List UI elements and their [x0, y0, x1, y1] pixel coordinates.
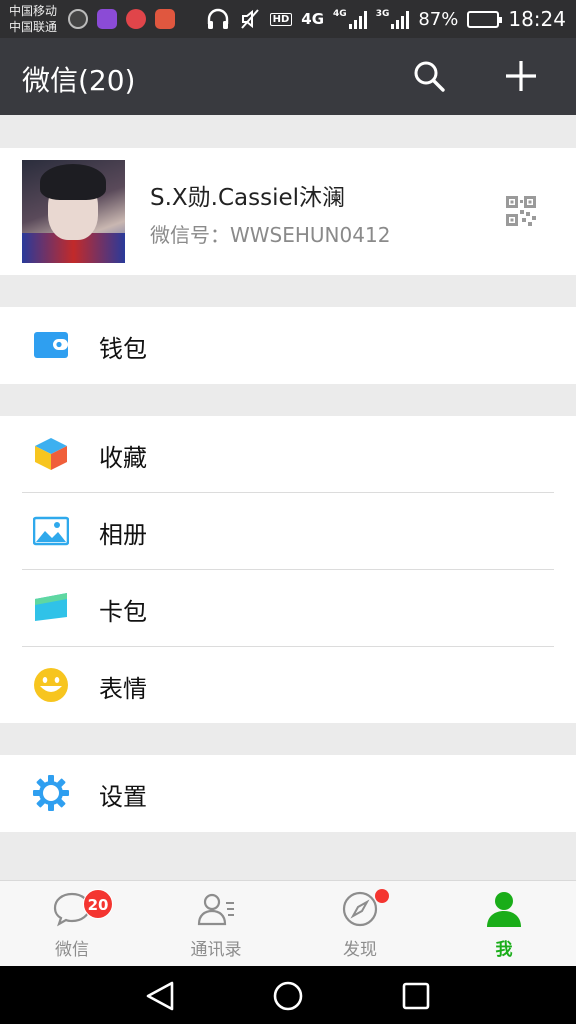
menu-item-label: 钱包	[99, 335, 147, 363]
headphones-icon	[207, 8, 228, 29]
battery-percent: 87%	[418, 8, 459, 30]
recents-icon[interactable]	[398, 978, 434, 1014]
back-icon[interactable]	[142, 978, 178, 1014]
status-bar: 中国移动 中国联通 HD 4G 4G 3G 87% 18:24	[0, 0, 576, 38]
network-4g-label: 4G	[301, 10, 325, 28]
menu-item-label: 相册	[99, 521, 147, 549]
clock: 18:24	[508, 7, 566, 31]
signal-bars-icon	[348, 9, 367, 29]
gear-icon	[33, 775, 69, 811]
carrier-1: 中国移动	[9, 4, 58, 18]
wallet-icon	[34, 332, 68, 358]
tab-label: 发现	[343, 940, 377, 960]
qr-code-icon[interactable]	[506, 196, 536, 226]
home-icon[interactable]	[270, 978, 306, 1014]
unread-badge: 20	[83, 889, 113, 919]
settings-section: 设置	[0, 755, 576, 832]
contacts-icon	[197, 893, 234, 926]
discover-notification-dot	[375, 889, 389, 903]
battery-icon	[467, 10, 503, 28]
add-icon[interactable]	[503, 58, 539, 94]
profile-nickname: S.X勋.Cassiel沐澜	[150, 185, 346, 211]
android-nav-bar	[0, 966, 576, 1024]
mute-icon	[240, 9, 259, 29]
profile-wechat-id: 微信号：WWSEHUN0412	[150, 223, 391, 247]
menu-item-label: 卡包	[99, 598, 147, 626]
menu-item-cards[interactable]: 卡包	[0, 570, 576, 647]
status-app-icon-4	[155, 9, 175, 29]
wallet-section: 钱包	[0, 307, 576, 384]
network-4g-small: 4G	[333, 9, 347, 19]
menu-item-settings[interactable]: 设置	[0, 755, 576, 832]
carrier-labels: 中国移动 中国联通	[9, 3, 57, 35]
search-icon[interactable]	[411, 58, 447, 94]
menu-item-stickers[interactable]: 表情	[0, 647, 576, 724]
tab-contacts[interactable]: 通讯录	[144, 881, 288, 967]
network-3g-small: 3G	[375, 9, 390, 19]
person-icon	[487, 892, 521, 927]
menu-item-wallet[interactable]: 钱包	[0, 307, 576, 384]
cube-icon	[35, 438, 67, 470]
title-bar: 微信(20)	[0, 38, 576, 115]
status-app-icon-2	[97, 9, 117, 29]
tab-chats[interactable]: 20 微信	[0, 881, 144, 967]
compass-icon	[342, 891, 378, 927]
smiley-icon	[34, 668, 68, 702]
status-app-icon-3	[126, 9, 146, 29]
signal-1: 4G	[333, 9, 367, 29]
status-indicators: HD 4G 4G 3G 87% 18:24	[206, 0, 566, 38]
tab-discover[interactable]: 发现	[288, 881, 432, 967]
signal-2: 3G	[376, 9, 410, 29]
status-app-icon-1	[68, 9, 88, 29]
card-pack-icon	[35, 593, 67, 621]
menu-item-label: 表情	[99, 675, 147, 703]
tab-me[interactable]: 我	[432, 881, 576, 967]
features-section: 收藏 相册 卡包 表情	[0, 416, 576, 723]
menu-item-label: 收藏	[99, 444, 147, 472]
carrier-2: 中国联通	[9, 20, 58, 34]
profile-card[interactable]: S.X勋.Cassiel沐澜 微信号：WWSEHUN0412	[0, 148, 576, 275]
page-title: 微信(20)	[22, 64, 136, 97]
hd-indicator: HD	[269, 12, 293, 26]
tab-label: 我	[495, 940, 513, 960]
tab-label: 通讯录	[190, 940, 242, 960]
signal-bars-icon	[391, 9, 410, 29]
tab-label: 微信	[55, 940, 89, 960]
menu-item-album[interactable]: 相册	[0, 493, 576, 570]
menu-item-favorites[interactable]: 收藏	[0, 416, 576, 493]
avatar[interactable]	[22, 160, 125, 263]
album-icon	[33, 516, 69, 546]
tab-bar: 20 微信 通讯录 发现 我	[0, 880, 576, 966]
menu-item-label: 设置	[99, 783, 147, 811]
